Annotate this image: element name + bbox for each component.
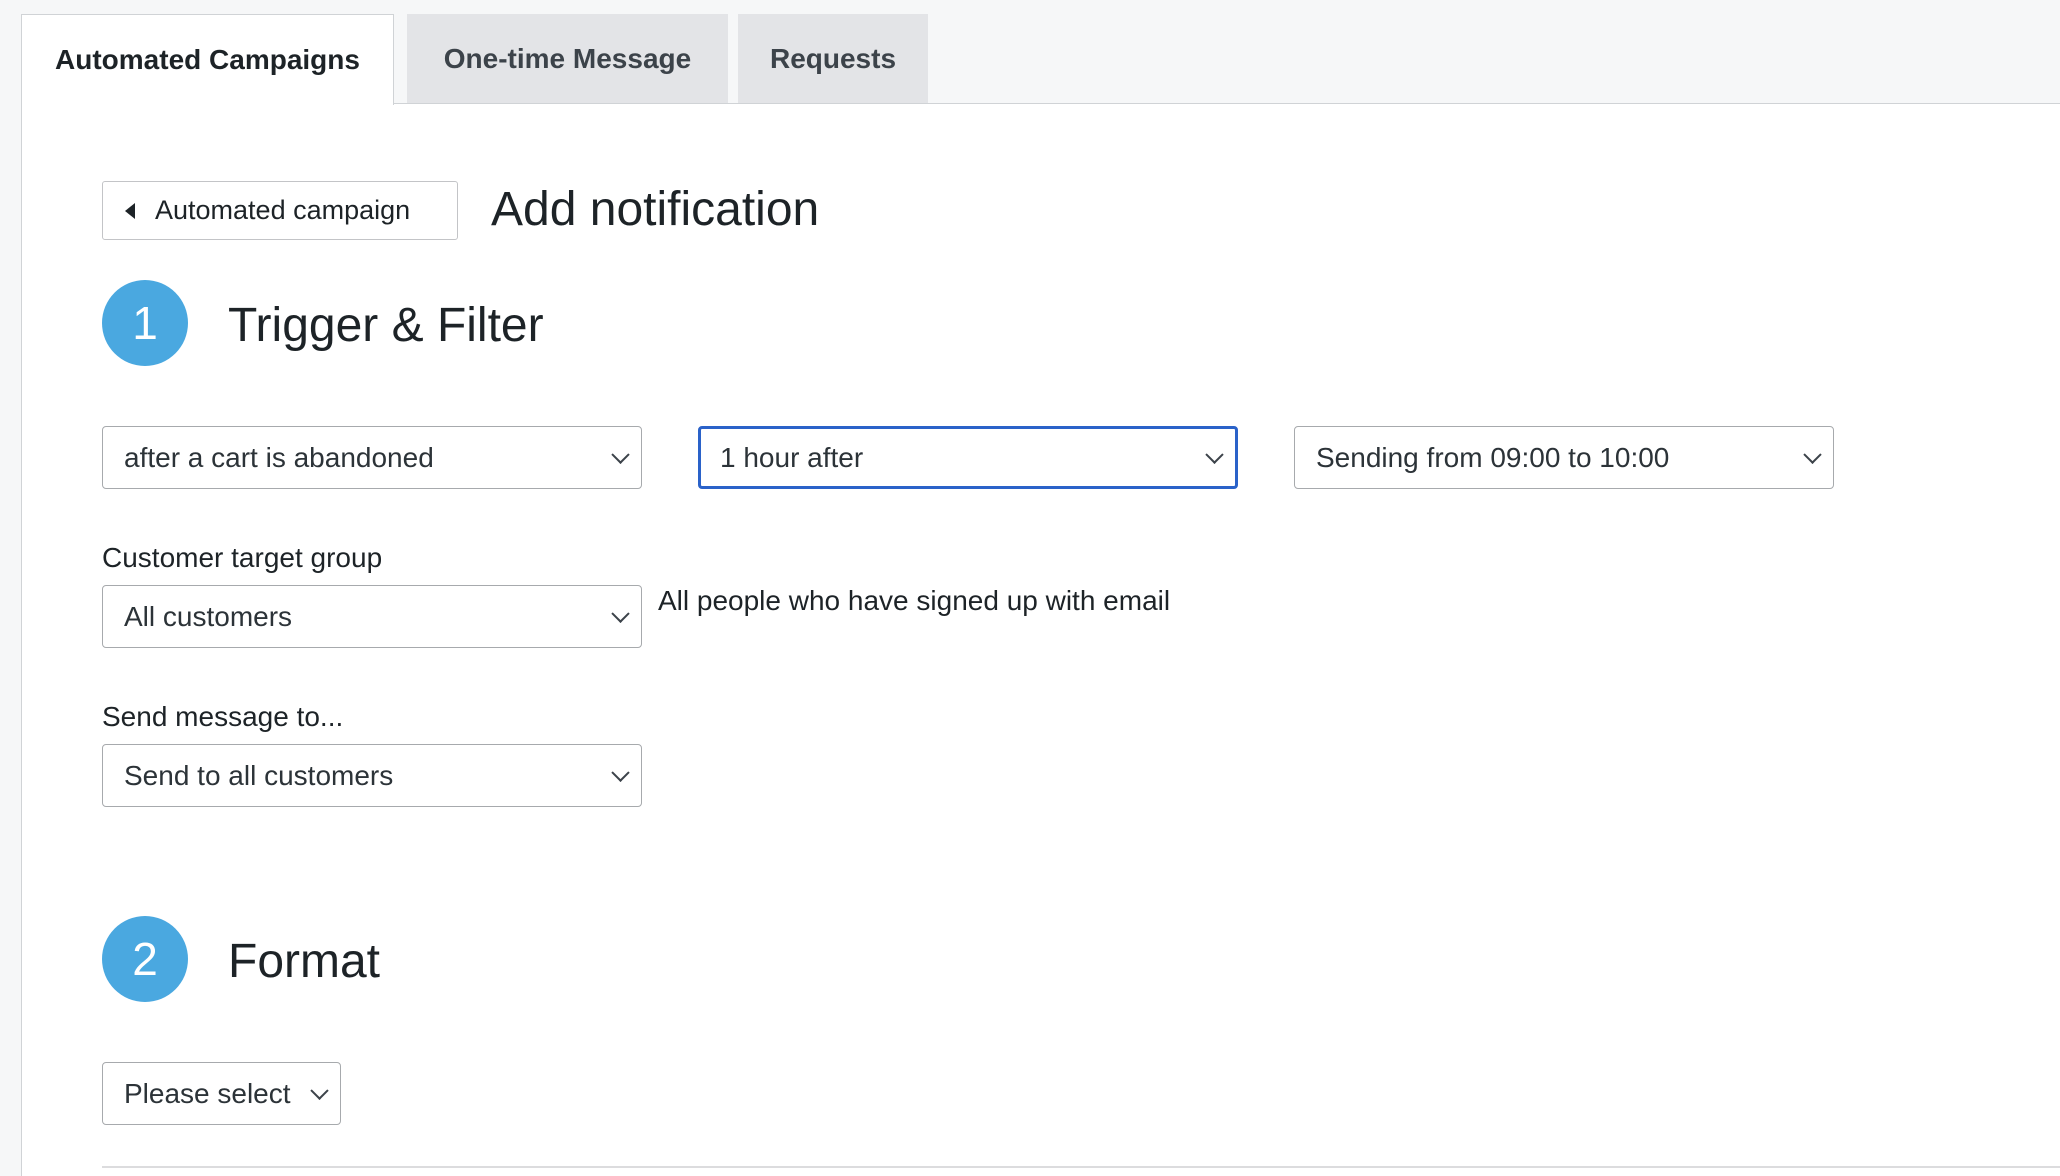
trigger-delay-value: 1 hour after [720, 441, 864, 473]
sending-window-select[interactable]: Sending from 09:00 to 10:00 [1294, 426, 1834, 489]
tab-requests[interactable]: Requests [738, 14, 928, 104]
chevron-down-icon [1803, 445, 1822, 464]
send-message-to-label: Send message to... [102, 701, 344, 732]
trigger-event-select[interactable]: after a cart is abandoned [102, 426, 642, 489]
chevron-down-icon [611, 604, 630, 623]
back-to-automated-campaign-button[interactable]: Automated campaign [102, 181, 458, 240]
format-select[interactable]: Please select [102, 1062, 341, 1125]
page-title: Add notification [491, 183, 820, 236]
customer-target-group-select[interactable]: All customers [102, 585, 642, 648]
caret-left-icon [125, 202, 135, 219]
section-divider [102, 1166, 2060, 1168]
step-number-badge: 1 [102, 280, 188, 366]
format-value: Please select [124, 1077, 291, 1109]
step-title-format: Format [228, 935, 381, 988]
customer-target-group-label: Customer target group [102, 542, 383, 573]
send-message-to-value: Send to all customers [124, 759, 394, 791]
customer-target-group-value: All customers [124, 600, 293, 632]
trigger-delay-select[interactable]: 1 hour after [698, 426, 1238, 489]
tab-bar: Automated Campaigns One-time Message Req… [0, 0, 2060, 105]
sending-window-value: Sending from 09:00 to 10:00 [1316, 441, 1670, 473]
chevron-down-icon [1205, 445, 1224, 464]
tab-one-time-message[interactable]: One-time Message [407, 14, 728, 104]
trigger-event-value: after a cart is abandoned [124, 441, 434, 473]
chevron-down-icon [310, 1081, 329, 1100]
step-number-badge: 2 [102, 916, 188, 1002]
step-title-trigger-filter: Trigger & Filter [228, 299, 544, 352]
chevron-down-icon [611, 445, 630, 464]
back-button-label: Automated campaign [155, 195, 411, 225]
chevron-down-icon [611, 763, 630, 782]
target-group-description: All people who have signed up with email [658, 585, 1171, 616]
send-message-to-select[interactable]: Send to all customers [102, 744, 642, 807]
tab-automated-campaigns[interactable]: Automated Campaigns [21, 14, 394, 105]
